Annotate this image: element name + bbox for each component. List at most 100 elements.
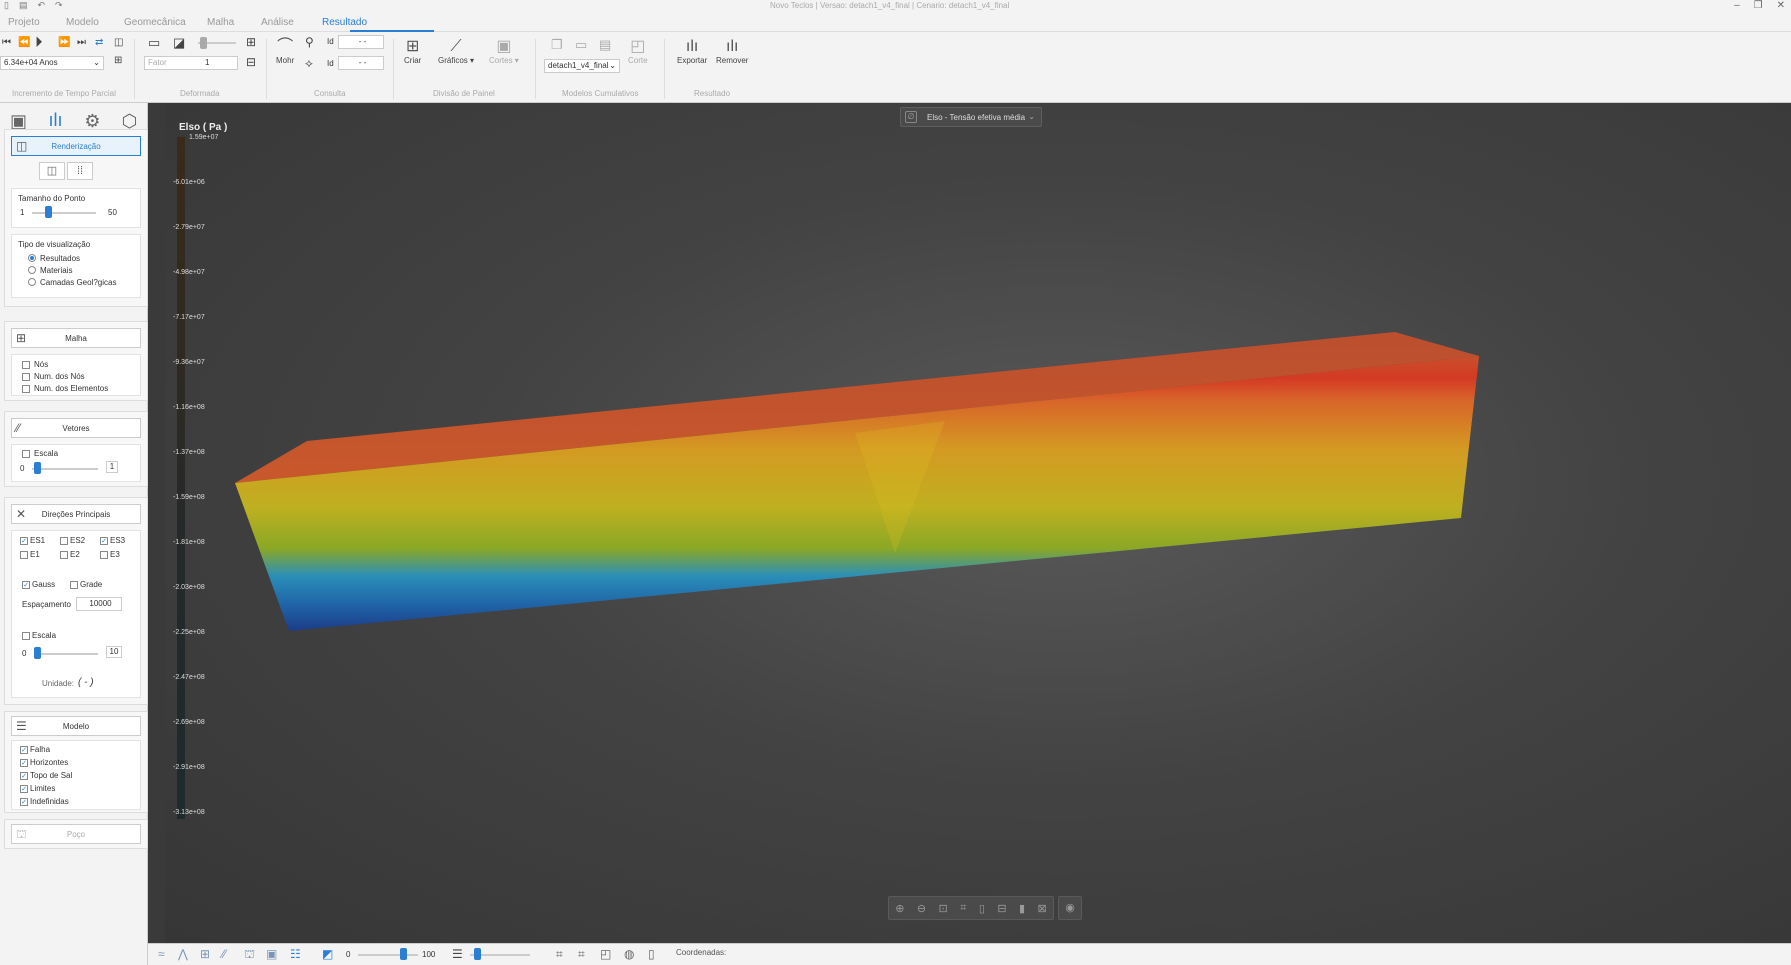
- tab-resultado[interactable]: Resultado: [322, 17, 367, 28]
- opacity-icon[interactable]: ◩: [322, 947, 333, 961]
- layout-icon[interactable]: ◫: [114, 37, 123, 48]
- line-width-thumb[interactable]: [474, 948, 481, 960]
- query-element-icon[interactable]: ⟡: [305, 56, 313, 71]
- graficos-button[interactable]: ⟋ Gráficos ▾: [438, 38, 474, 65]
- malha-button[interactable]: ⊞ Malha: [11, 328, 141, 348]
- checkbox-es1[interactable]: ✓: [20, 537, 28, 545]
- zoom-box-icon[interactable]: ⊡: [939, 902, 948, 915]
- undo-icon[interactable]: ↶: [37, 0, 45, 11]
- checkbox-limites[interactable]: ✓: [20, 785, 28, 793]
- vectors-scale-slider[interactable]: [32, 468, 98, 470]
- id-input-2[interactable]: - -: [338, 56, 384, 70]
- trend-icon[interactable]: ⋀: [178, 947, 188, 961]
- radio-materiais[interactable]: [28, 266, 36, 274]
- zoom-in-icon[interactable]: ⊕: [895, 902, 904, 915]
- grid-icon[interactable]: ⊟: [246, 55, 256, 69]
- next-frame-icon[interactable]: ⏩: [58, 37, 70, 48]
- opacity-slider[interactable]: [358, 954, 418, 956]
- criar-button[interactable]: ⊞ Criar: [404, 38, 421, 65]
- vectors-scale-value[interactable]: 1: [106, 461, 118, 473]
- checkbox-e2[interactable]: [60, 551, 68, 559]
- checkbox-num-nos[interactable]: [22, 373, 30, 381]
- radio-camadas[interactable]: [28, 278, 36, 286]
- 3d-viewport[interactable]: ∅ Elso - Tensão efetiva média ⌄ Elso ( P…: [165, 103, 1791, 943]
- render-button[interactable]: ◫ Renderização: [11, 136, 141, 156]
- axes-icon[interactable]: ⌗: [578, 947, 585, 962]
- play-icon[interactable]: ⏵: [35, 34, 43, 51]
- grid-icon[interactable]: ⊞: [200, 947, 210, 961]
- window-icon[interactable]: ▭: [575, 37, 587, 53]
- list-icon[interactable]: ☷: [290, 947, 301, 961]
- ruler-icon[interactable]: ▯: [648, 947, 655, 961]
- id-input-1[interactable]: - -: [338, 35, 384, 49]
- modelo-button[interactable]: ☰ Modelo: [11, 716, 141, 736]
- restore-icon[interactable]: ❐: [1754, 0, 1763, 11]
- directions-scale-thumb[interactable]: [34, 647, 41, 659]
- bbox-icon[interactable]: ⌗: [556, 947, 563, 962]
- cortes-button[interactable]: ▣ Cortes ▾: [489, 38, 519, 65]
- fator-input[interactable]: Fator 1: [144, 56, 238, 70]
- vetores-button[interactable]: ⁄⁄ Vetores: [11, 418, 141, 438]
- query-node-icon[interactable]: ⚲: [305, 35, 314, 49]
- tab-analise[interactable]: Análise: [261, 17, 294, 28]
- tab-malha[interactable]: Malha: [207, 17, 234, 28]
- points-mode-icon[interactable]: ⁞⁞: [67, 162, 93, 180]
- grid-icon[interactable]: ⊞: [246, 35, 256, 49]
- checkbox-horizontes[interactable]: ✓: [20, 759, 28, 767]
- vectors-icon[interactable]: ⁄⁄: [222, 947, 226, 961]
- direcoes-button[interactable]: ✕ Direções Principais: [11, 504, 141, 524]
- filter-icon[interactable]: ≈: [158, 947, 165, 961]
- view-x-icon[interactable]: ▯: [979, 902, 985, 915]
- checkbox-gauss[interactable]: ✓: [22, 581, 30, 589]
- model-select[interactable]: detach1_v4_final ⌄: [544, 59, 620, 73]
- tab-geomecanica[interactable]: Geomecânica: [124, 17, 186, 28]
- directions-scale-slider[interactable]: [34, 653, 98, 655]
- fit-view-icon[interactable]: ⌗: [960, 902, 966, 915]
- checkbox-es3[interactable]: ✓: [100, 537, 108, 545]
- checkbox-topo-sal[interactable]: ✓: [20, 772, 28, 780]
- deform-slider-thumb[interactable]: [200, 37, 207, 49]
- first-frame-icon[interactable]: ⏮: [2, 37, 11, 48]
- checkbox-falha[interactable]: ✓: [20, 746, 28, 754]
- deform-scale-icon[interactable]: ◪: [173, 35, 185, 51]
- step-icon[interactable]: ⊞: [114, 55, 122, 66]
- frame-icon[interactable]: ◰: [600, 947, 611, 961]
- deform-icon[interactable]: ▭: [148, 35, 160, 51]
- poco-button[interactable]: ⛫ Poço: [11, 824, 141, 844]
- mohr-button[interactable]: ⌒ Mohr: [276, 38, 294, 65]
- minimize-icon[interactable]: –: [1734, 0, 1740, 11]
- checkbox-es2[interactable]: [60, 537, 68, 545]
- close-icon[interactable]: ✕: [1777, 0, 1785, 11]
- remover-button[interactable]: ılı Remover: [716, 38, 748, 65]
- checkbox-escala-dir[interactable]: [22, 632, 30, 640]
- spacing-input[interactable]: 10000: [76, 597, 122, 611]
- corte-button[interactable]: ◰ Corte: [628, 38, 648, 65]
- checkbox-e3[interactable]: [100, 551, 108, 559]
- lines-icon[interactable]: ☰: [452, 947, 463, 961]
- tab-modelo[interactable]: Modelo: [66, 17, 99, 28]
- vectors-scale-thumb[interactable]: [34, 462, 41, 474]
- time-increment-select[interactable]: 6.34e+04 Anos ⌄: [0, 56, 104, 70]
- checkbox-e1[interactable]: [20, 551, 28, 559]
- tab-projeto[interactable]: Projeto: [8, 17, 40, 28]
- checkbox-indefinidas[interactable]: ✓: [20, 798, 28, 806]
- point-size-slider[interactable]: [32, 212, 96, 214]
- opacity-thumb[interactable]: [400, 948, 407, 960]
- reset-view-icon[interactable]: ⊠: [1037, 902, 1046, 915]
- window-icon[interactable]: ▤: [599, 37, 611, 53]
- checkbox-grade[interactable]: [70, 581, 78, 589]
- radio-resultados[interactable]: [28, 254, 36, 262]
- well-icon[interactable]: ⛫: [244, 947, 255, 963]
- last-frame-icon[interactable]: ⏭: [77, 37, 86, 48]
- directions-scale-value[interactable]: 10: [106, 646, 122, 658]
- checkbox-num-elementos[interactable]: [22, 385, 30, 393]
- view-y-icon[interactable]: ⊟: [997, 902, 1006, 915]
- checkbox-nos[interactable]: [22, 361, 30, 369]
- image-icon[interactable]: ▣: [266, 947, 277, 961]
- exportar-button[interactable]: ılı Exportar: [677, 38, 707, 65]
- save-icon[interactable]: ▤: [19, 0, 28, 11]
- loop-icon[interactable]: ⇄: [95, 37, 103, 48]
- window-icon[interactable]: ❐: [551, 37, 563, 53]
- surface-mode-icon[interactable]: ◫: [39, 162, 65, 180]
- checkbox-escala[interactable]: [22, 450, 30, 458]
